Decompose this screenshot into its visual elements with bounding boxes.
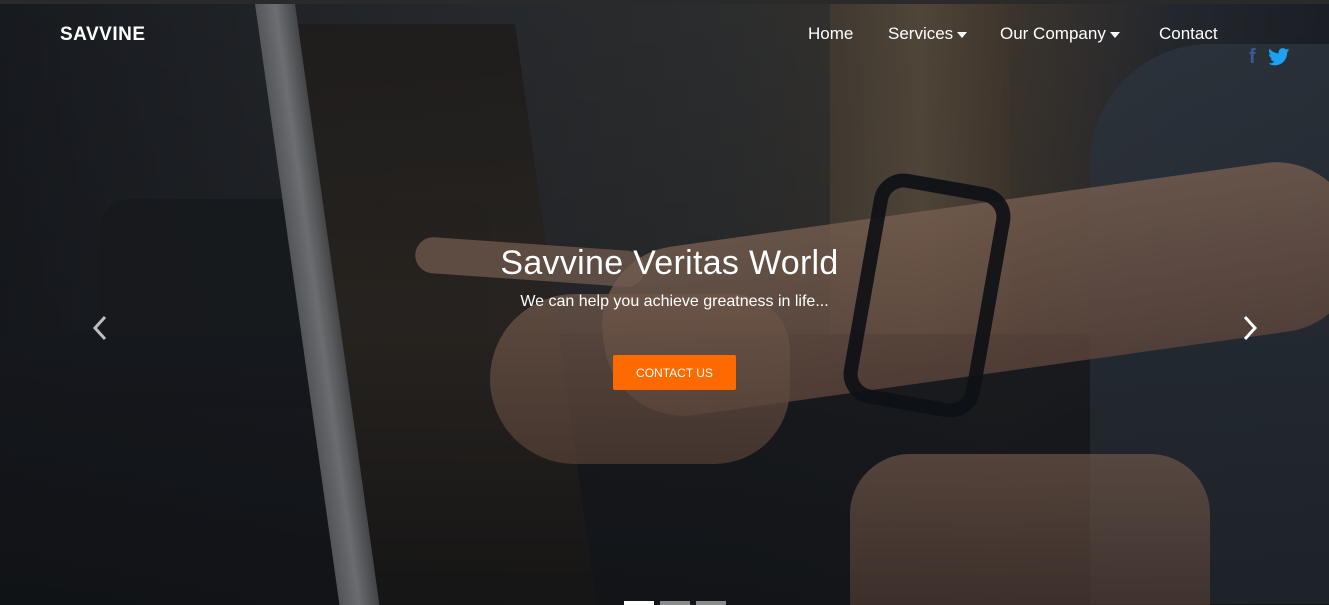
carousel-next-button[interactable] bbox=[1235, 310, 1265, 346]
background-sweater bbox=[1090, 44, 1329, 604]
nav-item-label: Contact bbox=[1159, 24, 1218, 43]
carousel-indicator-3[interactable] bbox=[696, 601, 726, 605]
nav-item-contact[interactable]: Contact bbox=[1159, 24, 1218, 44]
nav-item-label: Our Company bbox=[1000, 24, 1106, 43]
carousel-indicator-1[interactable] bbox=[624, 601, 654, 605]
hero-carousel: Savvine Veritas World We can help you ac… bbox=[0, 4, 1329, 605]
carousel-indicators bbox=[624, 601, 734, 605]
background-laptop-screen bbox=[285, 24, 600, 605]
hero-subtitle: We can help you achieve greatness in lif… bbox=[520, 293, 829, 310]
nav-item-label: Home bbox=[808, 24, 854, 43]
nav-item-label: Services bbox=[888, 24, 954, 43]
nav-item-services[interactable]: Services bbox=[888, 24, 968, 44]
carousel-prev-button[interactable] bbox=[85, 310, 115, 346]
carousel-indicator-2[interactable] bbox=[660, 601, 690, 605]
caret-down-icon bbox=[1109, 31, 1120, 38]
nav-item-home[interactable]: Home bbox=[808, 24, 853, 44]
hero-title: Savvine Veritas World bbox=[500, 244, 839, 282]
contact-us-button[interactable]: CONTACT US bbox=[613, 355, 736, 390]
chevron-right-icon bbox=[1242, 315, 1258, 341]
background-second-hand bbox=[850, 454, 1210, 605]
chevron-left-icon bbox=[92, 315, 108, 341]
main-nav: Home Services Our Company Contact f bbox=[0, 24, 1329, 68]
caret-down-icon bbox=[957, 31, 968, 38]
twitter-icon[interactable] bbox=[1268, 48, 1290, 72]
nav-item-our-company[interactable]: Our Company bbox=[1000, 24, 1120, 44]
facebook-icon[interactable]: f bbox=[1249, 46, 1256, 69]
